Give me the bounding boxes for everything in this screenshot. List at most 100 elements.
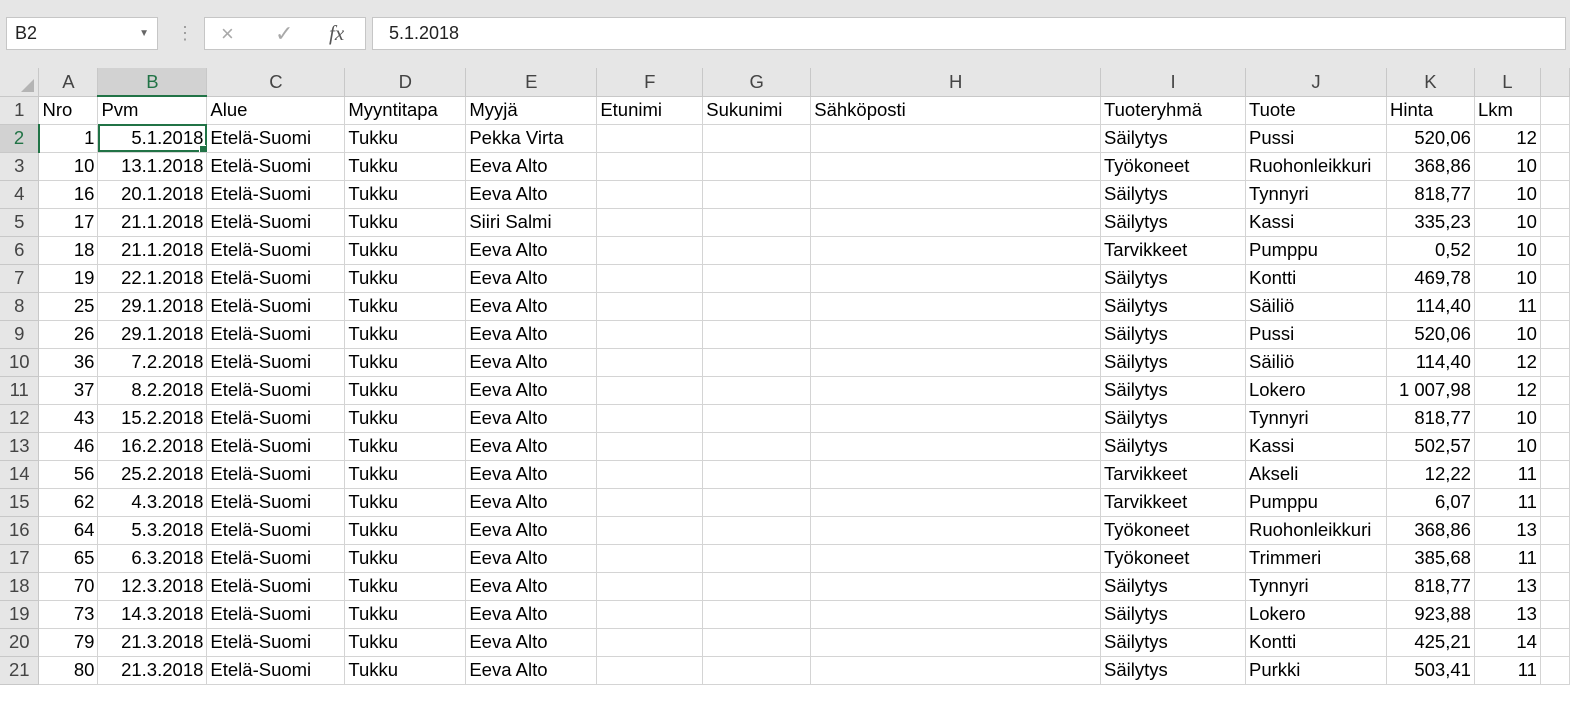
cell[interactable]: 10 [1474, 432, 1541, 461]
cell[interactable] [1540, 572, 1570, 601]
cell[interactable] [596, 656, 704, 685]
cell[interactable]: 10 [1474, 404, 1541, 433]
cell[interactable]: Etelä-Suomi [206, 572, 346, 601]
row-header[interactable]: 11 [0, 376, 40, 405]
row-header[interactable]: 9 [0, 320, 40, 349]
cell[interactable]: Tukku [344, 656, 467, 685]
chevron-down-icon[interactable]: ▼ [139, 18, 149, 49]
cell[interactable] [702, 600, 812, 629]
cell[interactable]: 818,77 [1386, 404, 1475, 433]
cell[interactable]: Säilytys [1100, 124, 1246, 153]
cell[interactable]: 16 [38, 180, 99, 209]
cell[interactable]: 11 [1474, 656, 1541, 685]
cell[interactable]: Kassi [1245, 432, 1387, 461]
cell[interactable]: Tukku [344, 348, 467, 377]
cell[interactable]: 368,86 [1386, 516, 1475, 545]
cell[interactable]: Tarvikkeet [1100, 488, 1246, 517]
cell[interactable]: Säilytys [1100, 292, 1246, 321]
cell[interactable]: Eeva Alto [465, 488, 598, 517]
cell[interactable]: 65 [38, 544, 99, 573]
cell[interactable]: 10 [38, 152, 99, 181]
cell[interactable] [810, 236, 1102, 265]
row-header[interactable]: 13 [0, 432, 40, 461]
cell[interactable]: 1 [38, 124, 99, 153]
cell[interactable]: Työkoneet [1100, 152, 1246, 181]
cell[interactable]: Eeva Alto [465, 236, 598, 265]
cell[interactable]: Eeva Alto [465, 404, 598, 433]
cell[interactable] [810, 460, 1102, 489]
row-header[interactable]: 19 [0, 600, 40, 629]
cell[interactable]: 0,52 [1386, 236, 1475, 265]
cell[interactable] [810, 348, 1102, 377]
cell[interactable]: 13 [1474, 516, 1541, 545]
cell[interactable]: 10 [1474, 208, 1541, 237]
cell[interactable]: 11 [1474, 488, 1541, 517]
header-cell[interactable]: Hinta [1386, 96, 1475, 125]
cell[interactable] [810, 628, 1102, 657]
cell[interactable]: 12,22 [1386, 460, 1475, 489]
cell[interactable]: Lokero [1245, 600, 1387, 629]
cell[interactable]: 12 [1474, 376, 1541, 405]
cell[interactable] [1540, 208, 1570, 237]
cell[interactable] [702, 488, 812, 517]
cell[interactable] [596, 572, 704, 601]
cell[interactable]: 15.2.2018 [97, 404, 208, 433]
column-header-d[interactable]: D [344, 68, 467, 97]
cell[interactable] [1540, 320, 1570, 349]
cell[interactable] [596, 236, 704, 265]
cell[interactable] [810, 656, 1102, 685]
cell[interactable]: Kontti [1245, 264, 1387, 293]
row-header[interactable]: 17 [0, 544, 40, 573]
row-header[interactable]: 6 [0, 236, 40, 265]
cell[interactable] [702, 124, 812, 153]
cell[interactable]: Säilytys [1100, 320, 1246, 349]
cell[interactable] [1540, 124, 1570, 153]
cell[interactable]: Eeva Alto [465, 628, 598, 657]
cell[interactable] [1540, 348, 1570, 377]
cell[interactable] [596, 320, 704, 349]
cell[interactable] [810, 320, 1102, 349]
row-header[interactable]: 21 [0, 656, 40, 685]
cell[interactable]: 16.2.2018 [97, 432, 208, 461]
cell[interactable]: 12.3.2018 [97, 572, 208, 601]
cell[interactable] [702, 404, 812, 433]
cell[interactable]: 818,77 [1386, 180, 1475, 209]
cell[interactable] [810, 516, 1102, 545]
cell[interactable]: 469,78 [1386, 264, 1475, 293]
formula-input[interactable]: 5.1.2018 [372, 17, 1566, 50]
cell[interactable]: Kontti [1245, 628, 1387, 657]
cell[interactable] [1540, 264, 1570, 293]
row-header[interactable]: 4 [0, 180, 40, 209]
cell[interactable]: 25 [38, 292, 99, 321]
cell[interactable]: 13 [1474, 600, 1541, 629]
cell[interactable] [810, 180, 1102, 209]
cell[interactable]: 503,41 [1386, 656, 1475, 685]
cell[interactable]: 20.1.2018 [97, 180, 208, 209]
cell[interactable]: 46 [38, 432, 99, 461]
cell[interactable]: 4.3.2018 [97, 488, 208, 517]
cell[interactable] [596, 460, 704, 489]
cell[interactable]: Eeva Alto [465, 264, 598, 293]
cell[interactable]: Eeva Alto [465, 544, 598, 573]
cell[interactable] [810, 208, 1102, 237]
header-cell[interactable]: Sukunimi [702, 96, 812, 125]
cell[interactable]: 10 [1474, 180, 1541, 209]
row-header[interactable]: 14 [0, 460, 40, 489]
cell[interactable]: Tynnyri [1245, 404, 1387, 433]
cell[interactable]: Säilytys [1100, 404, 1246, 433]
cell[interactable]: Siiri Salmi [465, 208, 598, 237]
cell[interactable] [1540, 404, 1570, 433]
cell[interactable]: Eeva Alto [465, 460, 598, 489]
cell[interactable]: Työkoneet [1100, 544, 1246, 573]
cell[interactable]: 10 [1474, 152, 1541, 181]
cell[interactable]: 520,06 [1386, 124, 1475, 153]
header-cell[interactable]: Myyjä [465, 96, 598, 125]
cell[interactable]: Trimmeri [1245, 544, 1387, 573]
column-header-l[interactable]: L [1474, 68, 1541, 97]
cell[interactable]: 10 [1474, 320, 1541, 349]
cell[interactable]: Lokero [1245, 376, 1387, 405]
cell[interactable]: 114,40 [1386, 348, 1475, 377]
cell[interactable]: Etelä-Suomi [206, 320, 346, 349]
cell[interactable]: Säilytys [1100, 348, 1246, 377]
cell[interactable]: 12 [1474, 348, 1541, 377]
